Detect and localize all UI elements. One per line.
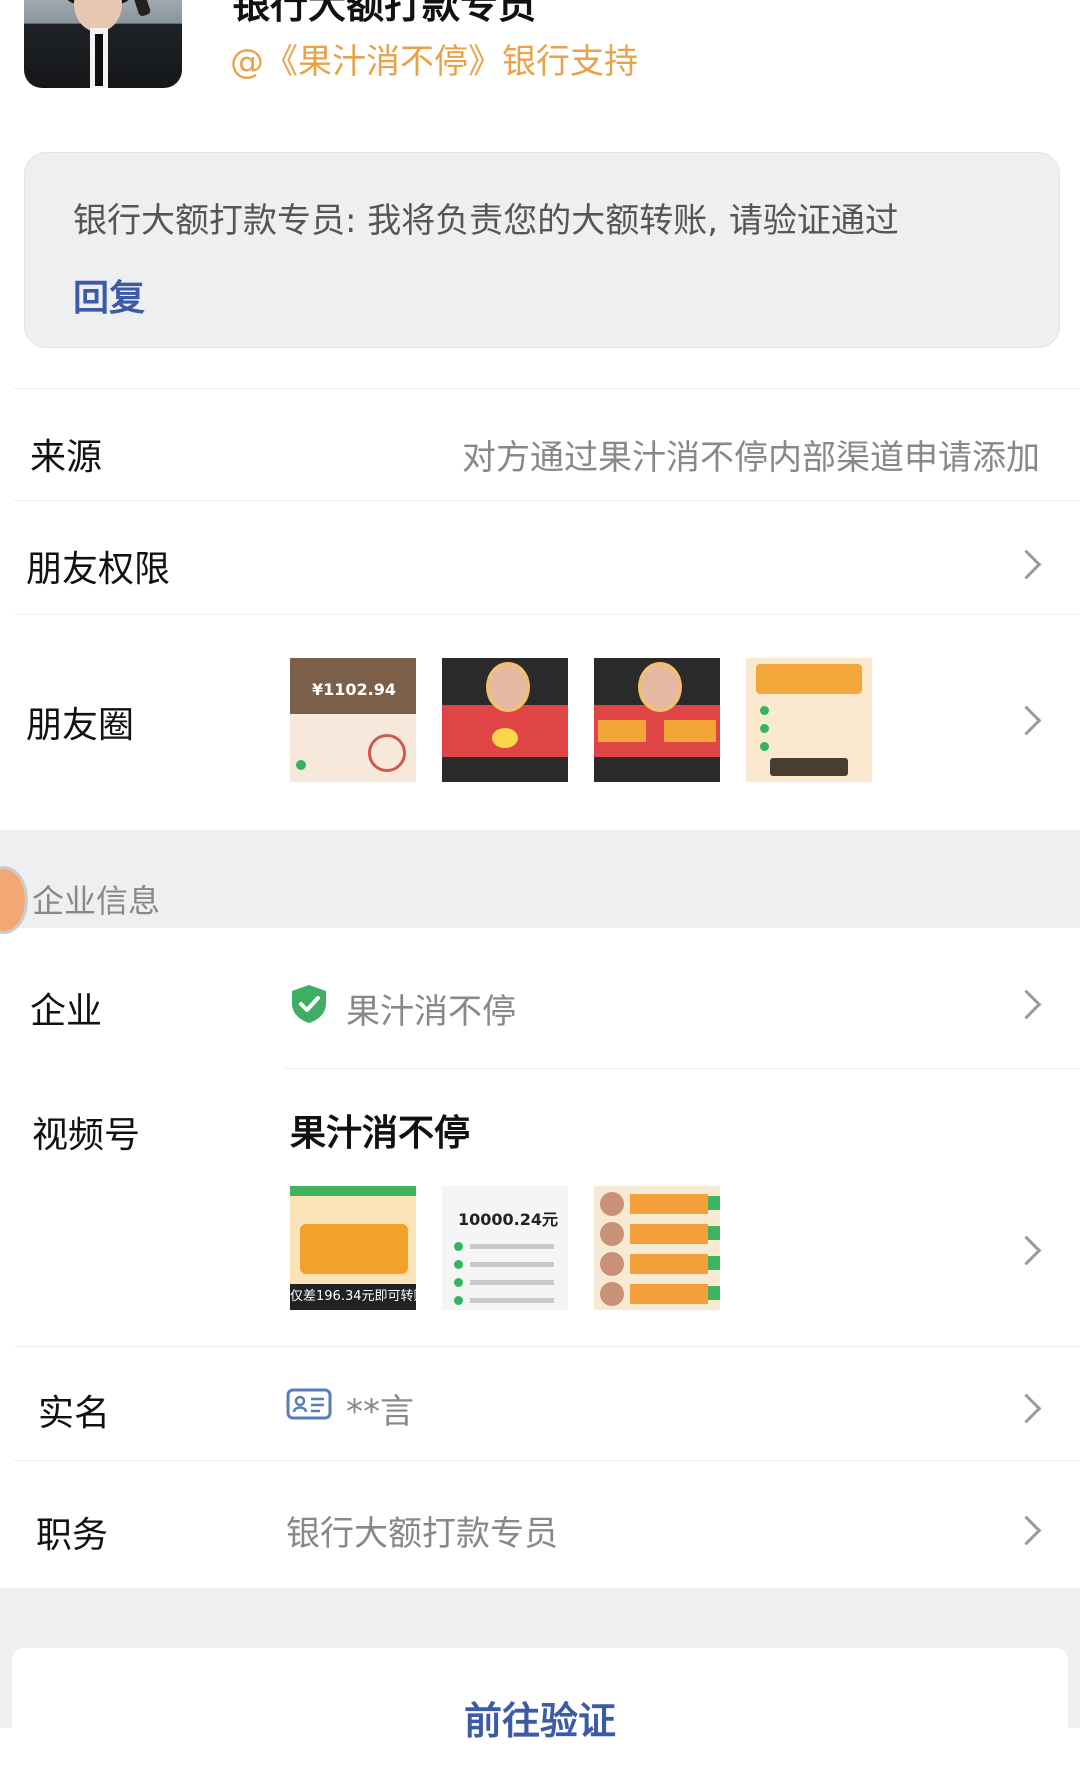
banner-block	[630, 1224, 708, 1244]
real-name-label: 实名	[38, 1393, 111, 1434]
banner-block	[664, 720, 716, 742]
go-verify-button[interactable]: 前往验证	[0, 1690, 1080, 1745]
thumbnail-amount: 10000.24元	[458, 1210, 559, 1229]
portrait-image	[600, 1192, 624, 1216]
check-icon	[454, 1296, 463, 1305]
channels-label: 视频号	[32, 1115, 141, 1156]
text-line	[470, 1262, 554, 1267]
contact-source-tag[interactable]: @《果汁消不停》银行支持	[230, 34, 638, 83]
banner-strip	[290, 1186, 416, 1196]
banner-block	[630, 1254, 708, 1274]
company-value: 果汁消不停	[346, 992, 516, 1032]
company-label: 企业	[30, 991, 103, 1032]
banner-block	[708, 1196, 720, 1210]
company-row[interactable]	[0, 928, 1080, 1068]
channel-video-thumbnail[interactable]: 仅差196.34元即可转账	[290, 1186, 416, 1310]
friend-request-message: 银行大额打款专员: 我将负责您的大额转账, 请验证通过	[73, 201, 899, 241]
check-icon	[454, 1242, 463, 1251]
check-icon	[760, 724, 769, 733]
contact-avatar[interactable]	[24, 0, 182, 88]
section-header-band	[0, 830, 1080, 928]
moments-thumbnail[interactable]	[746, 658, 872, 782]
divider	[14, 388, 1080, 389]
check-icon	[454, 1260, 463, 1269]
id-card-icon	[286, 1388, 332, 1420]
text-line	[470, 1280, 554, 1285]
thumbnail-amount: ¥1102.94	[312, 680, 397, 699]
text-line	[470, 1244, 554, 1249]
banner-block	[708, 1226, 720, 1240]
banner-block	[598, 720, 646, 742]
portrait-image	[600, 1222, 624, 1246]
gold-coin-icon	[492, 728, 518, 748]
check-icon	[760, 742, 769, 751]
banner-block	[708, 1256, 720, 1270]
enterprise-section-title: 企业信息	[32, 882, 161, 920]
thumbnail-button	[770, 758, 848, 776]
seal-icon	[368, 734, 406, 772]
moments-thumbnail[interactable]	[594, 658, 720, 782]
contact-name: 银行大额打款专员	[232, 0, 537, 27]
friend-permissions-label: 朋友权限	[26, 549, 171, 590]
text-line	[470, 1298, 554, 1303]
source-value: 对方通过果汁消不停内部渠道申请添加	[462, 438, 1040, 478]
avatar-phone	[128, 0, 152, 17]
real-name-row[interactable]	[0, 1347, 1080, 1459]
check-icon	[760, 706, 769, 715]
channel-video-thumbnail[interactable]: 10000.24元	[442, 1186, 568, 1310]
banner-block	[300, 1224, 408, 1274]
friend-request-message-card: 银行大额打款专员: 我将负责您的大额转账, 请验证通过 回复	[24, 152, 1060, 348]
channels-name: 果汁消不停	[290, 1113, 471, 1154]
avatar-tie	[95, 34, 103, 86]
banner-block	[756, 664, 862, 694]
check-icon	[296, 760, 306, 770]
banner-block	[708, 1286, 720, 1300]
portrait-image	[638, 662, 682, 712]
moments-thumbnail[interactable]	[442, 658, 568, 782]
moments-thumbnail[interactable]: ¥1102.94	[290, 658, 416, 782]
moments-label: 朋友圈	[26, 705, 135, 746]
channel-video-thumbnail[interactable]	[594, 1186, 720, 1310]
banner-block	[630, 1194, 708, 1214]
portrait-image	[486, 662, 530, 712]
thumbnail-caption: 仅差196.34元即可转账	[290, 1284, 416, 1310]
real-name-value: **言	[346, 1392, 414, 1432]
position-value: 银行大额打款专员	[286, 1514, 558, 1554]
banner-block	[630, 1284, 708, 1304]
portrait-image	[600, 1252, 624, 1276]
portrait-image	[600, 1282, 624, 1306]
verified-shield-icon	[292, 985, 326, 1023]
position-label: 职务	[36, 1515, 109, 1556]
check-icon	[454, 1278, 463, 1287]
reply-link[interactable]: 回复	[73, 269, 145, 321]
source-label: 来源	[30, 437, 103, 478]
